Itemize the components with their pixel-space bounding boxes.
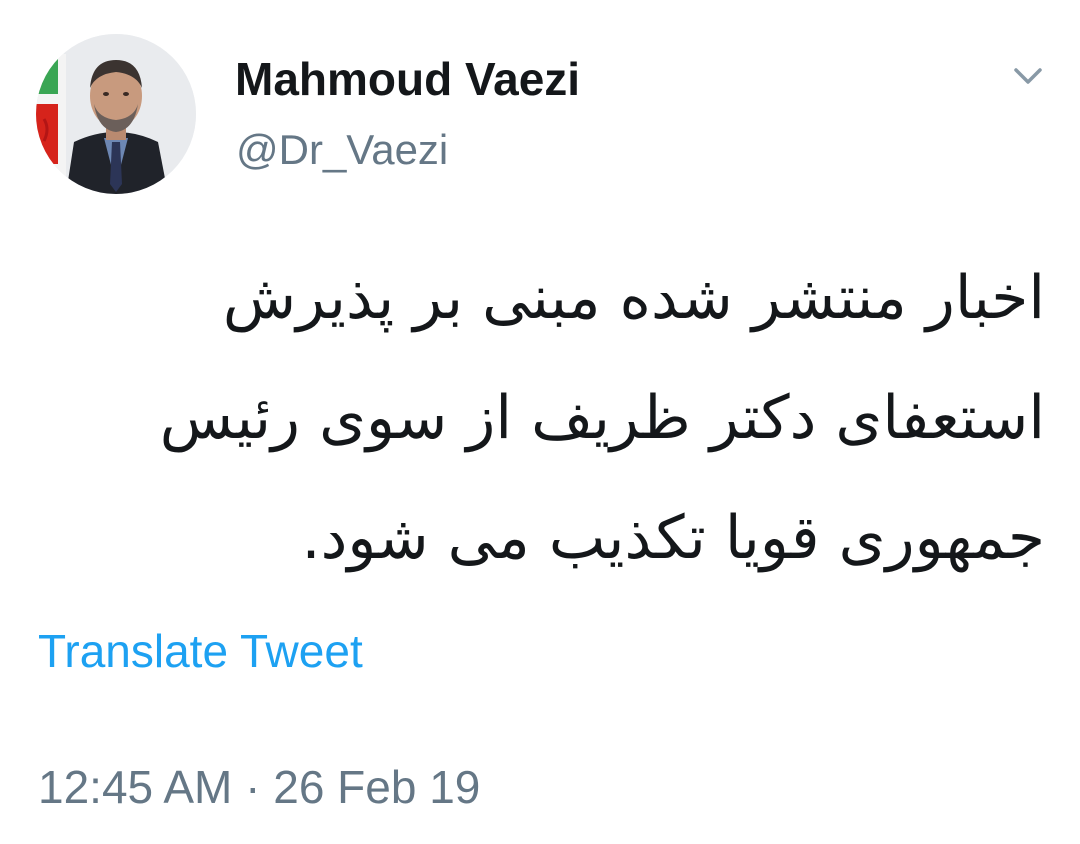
- tweet-timestamp[interactable]: 12:45 AM · 26 Feb 19: [38, 760, 480, 814]
- tweet-card: Mahmoud Vaezi @Dr_Vaezi اخبار منتشر شده …: [0, 0, 1080, 844]
- chevron-down-icon[interactable]: [1004, 56, 1052, 96]
- tweet-text: اخبار منتشر شده مبنی بر پذیرش استعفای دک…: [159, 263, 1045, 573]
- author-handle[interactable]: @Dr_Vaezi: [236, 126, 448, 174]
- author-name[interactable]: Mahmoud Vaezi: [235, 52, 580, 106]
- translate-tweet-link[interactable]: Translate Tweet: [38, 624, 363, 678]
- avatar-photo: [36, 34, 196, 194]
- avatar[interactable]: [36, 34, 196, 194]
